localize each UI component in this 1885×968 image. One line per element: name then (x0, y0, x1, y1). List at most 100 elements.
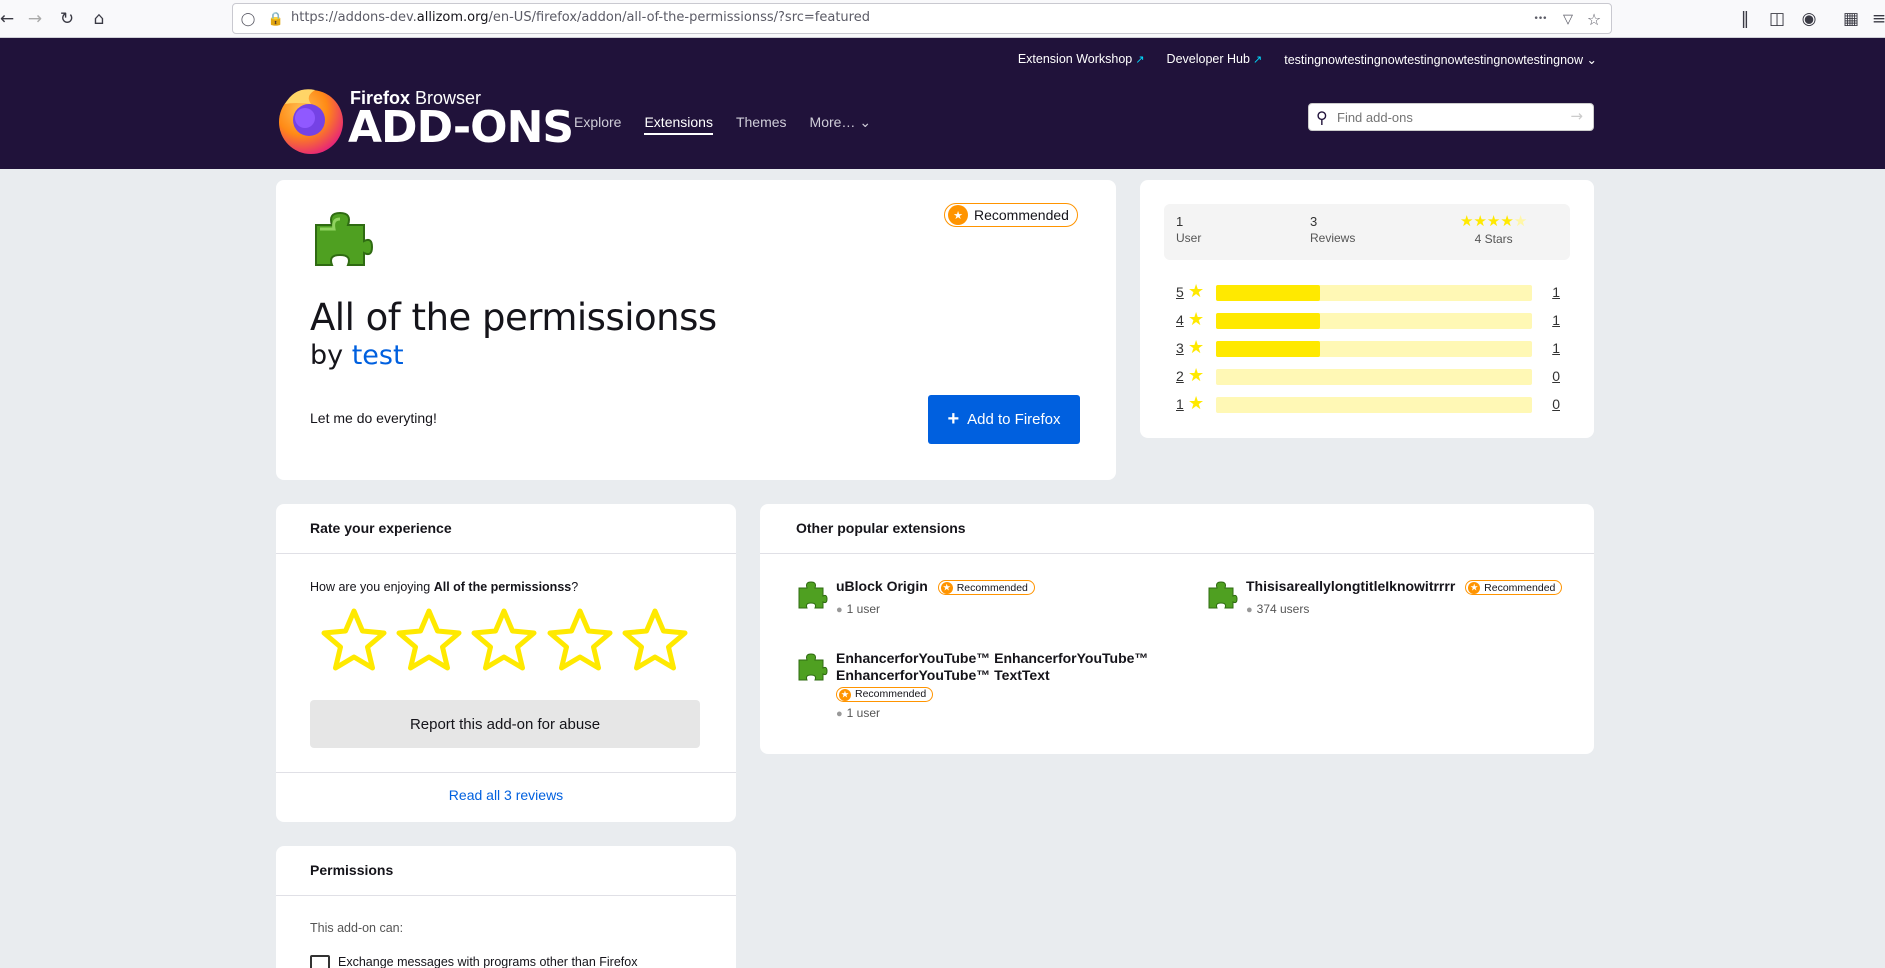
puzzle-piece-icon (798, 581, 828, 609)
user-icon: ● (836, 708, 843, 720)
chevron-down-icon: ⌄ (1586, 53, 1597, 67)
reviews-stat[interactable]: 3 Reviews (1310, 214, 1355, 245)
rating-bar-count[interactable]: 1 (1552, 312, 1560, 328)
recommended-badge[interactable]: ★ Recommended (1465, 580, 1563, 595)
extension-workshop-link[interactable]: Extension Workshop (1018, 52, 1145, 67)
bookmark-star-icon[interactable]: ☆ (1585, 10, 1603, 29)
report-abuse-button[interactable]: Report this add-on for abuse (310, 700, 700, 748)
rating-bar-count[interactable]: 1 (1552, 284, 1560, 300)
recommended-badge[interactable]: ★ Recommended (836, 687, 934, 702)
rate-star-1-icon[interactable] (320, 606, 388, 674)
firefox-logo[interactable] (275, 84, 347, 156)
extension-users: ● 1 user (836, 706, 881, 720)
author-link[interactable]: test (352, 340, 404, 371)
rate-question: How are you enjoying All of the permissi… (310, 580, 579, 594)
browser-toolbar: ← → ↻ ⌂ ◯ 🔒 https://addons-dev.allizom.o… (0, 0, 1885, 38)
user-menu[interactable]: testingnowtestingnowtestingnowtestingnow… (1284, 52, 1597, 67)
sidebar-icon[interactable]: ◫ (1764, 6, 1790, 32)
rating-bar-track (1216, 369, 1532, 385)
rating-bar-stars[interactable]: 2 (1176, 368, 1184, 384)
extension-card-longtitle[interactable]: ThisisareallylongtitleIknowitrrrr ★ Recom… (1206, 578, 1586, 622)
reviews-label-link[interactable]: Reviews (1310, 231, 1355, 245)
rate-star-5-icon[interactable] (621, 606, 689, 674)
url-text[interactable]: https://addons-dev.allizom.org/en-US/fir… (291, 10, 870, 25)
logo-title[interactable]: ADD-ONS (348, 102, 574, 153)
add-to-firefox-button[interactable]: + Add to Firefox (928, 395, 1080, 444)
extension-users: ● 1 user (836, 602, 881, 616)
permissions-subtitle: This add-on can: (310, 921, 404, 935)
rating-bar-stars[interactable]: 3 (1176, 340, 1184, 356)
users-stat: 1 User (1176, 214, 1202, 245)
nav-themes[interactable]: Themes (736, 114, 787, 135)
extension-name[interactable]: uBlock Origin ★ Recommended (836, 578, 1035, 595)
pocket-icon[interactable]: ▽ (1559, 10, 1577, 28)
plus-icon: + (947, 408, 960, 430)
addon-description: Let me do everyting! (310, 410, 437, 426)
rating-bar-row[interactable]: 1 ★ 0 (1176, 393, 1560, 414)
recommended-badge[interactable]: ★ Recommended (937, 580, 1035, 595)
shield-icon[interactable]: ◯ (239, 10, 257, 28)
forward-icon[interactable]: → (22, 6, 48, 32)
rating-bar-stars[interactable]: 5 (1176, 284, 1184, 300)
account-icon[interactable]: ◉ (1796, 6, 1822, 32)
search-submit-icon[interactable]: → (1570, 107, 1583, 125)
addon-stats: 1 User 3 Reviews ★★★★★ 4 Stars (1164, 204, 1570, 260)
rating-bar-stars[interactable]: 1 (1176, 396, 1184, 412)
main-nav: Explore Extensions Themes More… ⌄ (574, 114, 871, 135)
permission-item: Exchange messages with programs other th… (310, 955, 637, 968)
extensions-icon[interactable]: ▦ (1838, 6, 1864, 32)
developer-hub-link[interactable]: Developer Hub (1167, 52, 1263, 67)
extension-users: ● 374 users (1246, 602, 1310, 616)
rating-bar-count[interactable]: 1 (1552, 340, 1560, 356)
reviews-count-link[interactable]: 3 (1310, 214, 1355, 229)
extension-name[interactable]: ThisisareallylongtitleIknowitrrrr ★ Recom… (1246, 578, 1563, 595)
divider (276, 772, 736, 773)
divider (276, 553, 736, 554)
star-icon: ★ (1460, 213, 1474, 230)
user-icon: ● (836, 604, 843, 616)
nav-more[interactable]: More… ⌄ (810, 114, 872, 135)
rating-bar-row[interactable]: 3 ★ 1 (1176, 337, 1560, 358)
rating-bar-fill (1216, 341, 1321, 357)
rate-star-3-icon[interactable] (470, 606, 538, 674)
header-top-links: Extension Workshop Developer Hub testing… (1018, 52, 1597, 67)
extension-name[interactable]: EnhancerforYouTube™ EnhancerforYouTube™ E… (836, 650, 1148, 702)
star-icon: ★ (1500, 213, 1514, 230)
home-icon[interactable]: ⌂ (86, 6, 112, 32)
divider (276, 895, 736, 896)
library-icon[interactable]: ‖ (1732, 6, 1758, 32)
extension-card-ublock[interactable]: uBlock Origin ★ Recommended ● 1 user (796, 578, 1156, 622)
popular-extensions-title: Other popular extensions (796, 520, 966, 536)
reload-icon[interactable]: ↻ (54, 6, 80, 32)
back-icon[interactable]: ← (0, 6, 20, 32)
rating-bar-row[interactable]: 2 ★ 0 (1176, 365, 1560, 386)
average-stars: ★★★★★ (1460, 213, 1527, 230)
user-icon: ● (1246, 604, 1253, 616)
rating-bar-count[interactable]: 0 (1552, 368, 1560, 384)
lock-icon[interactable]: 🔒 (267, 10, 285, 28)
rating-bar-row[interactable]: 4 ★ 1 (1176, 309, 1560, 330)
menu-icon[interactable]: ≡ (1866, 6, 1885, 32)
rating-bar-fill (1216, 285, 1321, 301)
rate-star-2-icon[interactable] (395, 606, 463, 674)
url-bar[interactable]: ◯ 🔒 https://addons-dev.allizom.org/en-US… (232, 3, 1612, 34)
star-icon: ★ (1188, 281, 1205, 301)
read-all-reviews-link[interactable]: Read all 3 reviews (276, 787, 736, 803)
rating-bar-fill (1216, 313, 1321, 329)
page-actions-icon[interactable]: ••• (1531, 10, 1549, 28)
native-messaging-icon (310, 955, 330, 968)
rating-bar-count[interactable]: 0 (1552, 396, 1560, 412)
trophy-icon: ★ (1468, 581, 1481, 594)
rating-bar-row[interactable]: 5 ★ 1 (1176, 281, 1560, 302)
rating-bar-stars[interactable]: 4 (1176, 312, 1184, 328)
permissions-title: Permissions (310, 862, 394, 878)
extension-card-enhancer[interactable]: EnhancerforYouTube™ EnhancerforYouTube™ E… (796, 650, 1176, 722)
rate-star-4-icon[interactable] (546, 606, 614, 674)
search-input[interactable] (1337, 107, 1557, 127)
rating-bar-track (1216, 313, 1532, 329)
search-box[interactable]: ⚲ → (1308, 103, 1594, 131)
recommended-badge[interactable]: ★ Recommended (944, 203, 1078, 227)
site-header: Extension Workshop Developer Hub testing… (0, 38, 1885, 169)
nav-extensions[interactable]: Extensions (644, 114, 713, 135)
nav-explore[interactable]: Explore (574, 114, 621, 135)
